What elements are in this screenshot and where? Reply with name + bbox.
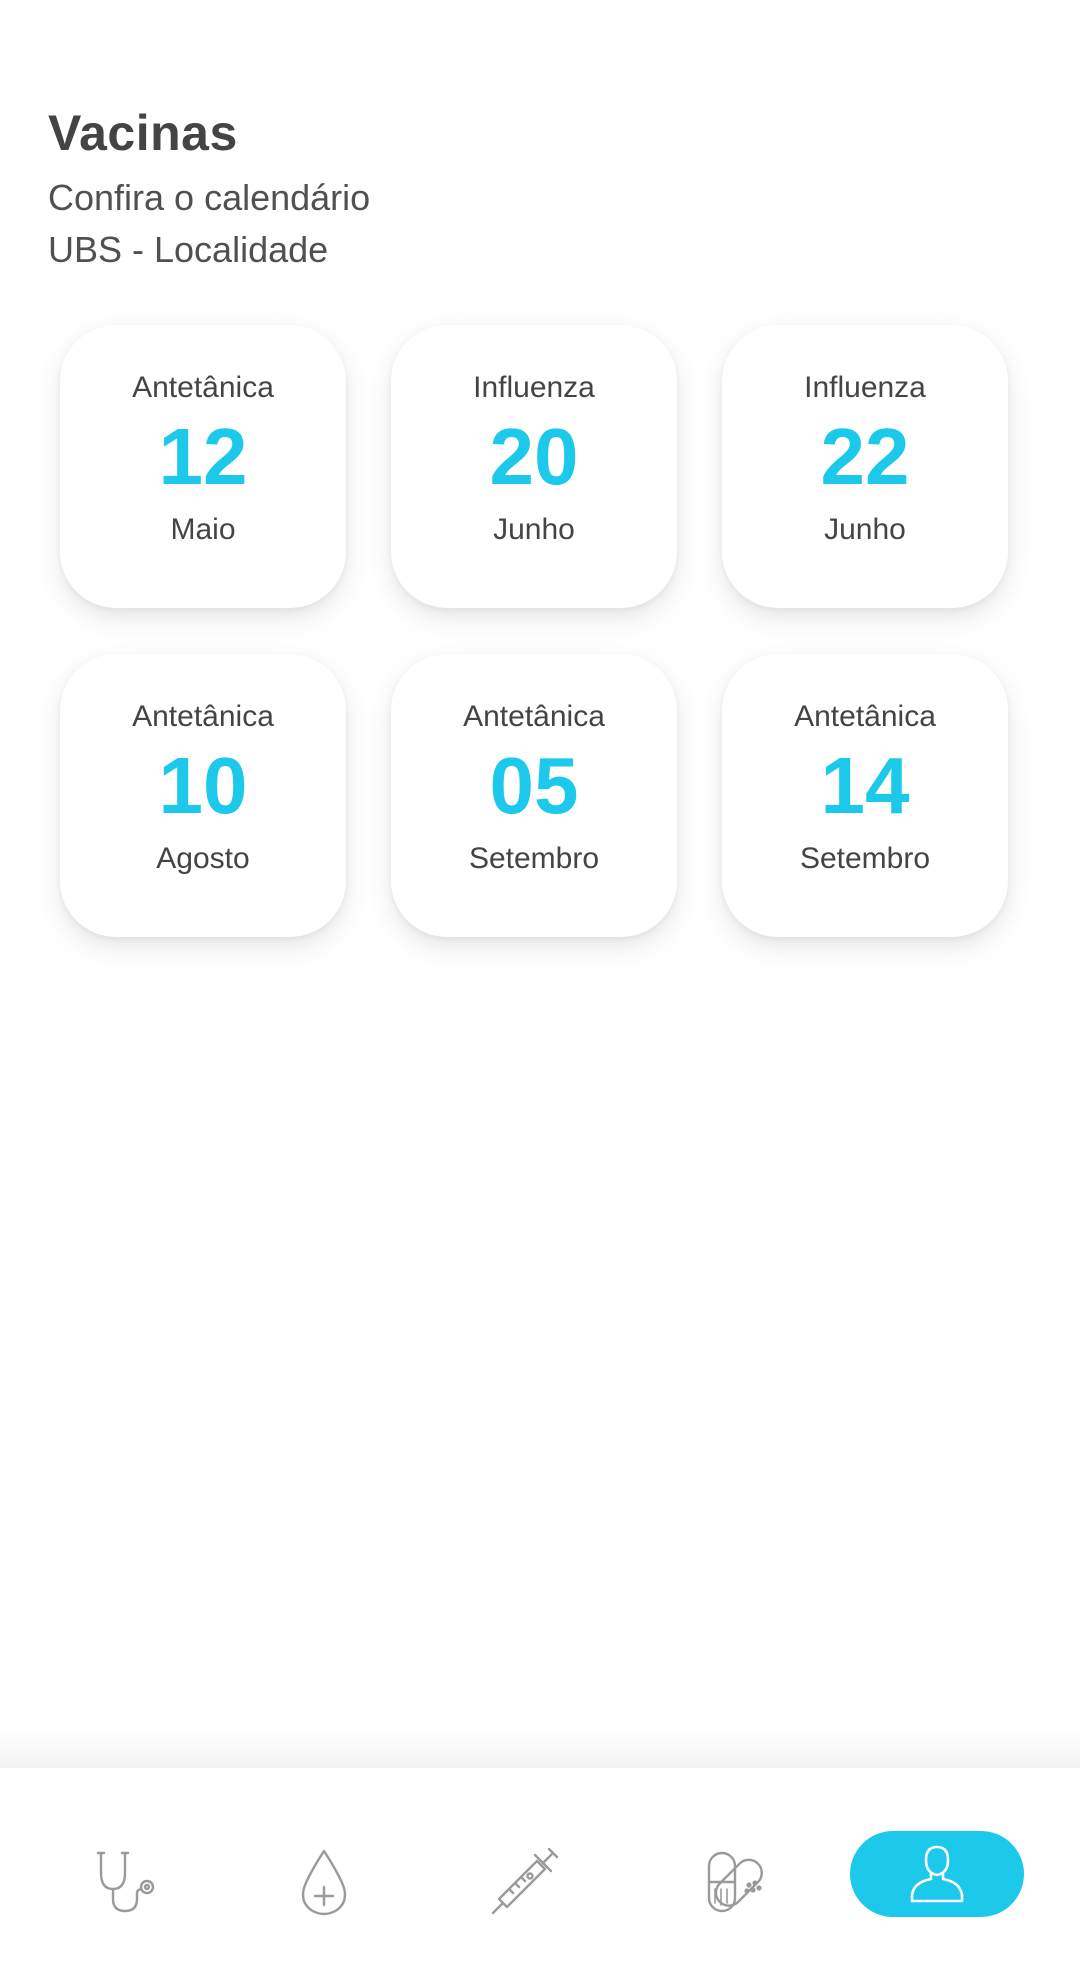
vaccine-name: Influenza xyxy=(804,371,926,404)
vaccine-month: Setembro xyxy=(468,842,600,875)
vaccine-day: 10 xyxy=(158,741,248,830)
stethoscope-icon xyxy=(96,1851,155,1913)
nav-item-medicamentos[interactable] xyxy=(690,1832,790,1932)
location-label: UBS - Localidade xyxy=(48,229,329,270)
vaccine-card[interactable]: Antetânica 10 Agosto xyxy=(60,654,346,937)
vaccine-name: Influenza xyxy=(473,371,595,404)
vaccine-month: Setembro xyxy=(799,842,931,875)
vaccine-card[interactable]: Antetânica 12 Maio xyxy=(60,325,346,608)
nav-shadow xyxy=(0,1730,1080,1770)
nav-item-consultas[interactable] xyxy=(76,1832,176,1932)
vaccine-name: Antetânica xyxy=(463,700,605,733)
syringe-icon xyxy=(491,1847,559,1915)
vaccine-month: Maio xyxy=(170,513,236,546)
page-title: Vacinas xyxy=(48,105,238,161)
vaccine-calendar-grid: Antetânica 12 Maio Influenza 20 Junho In… xyxy=(60,325,1008,937)
vaccine-name: Antetânica xyxy=(132,371,274,404)
user-icon xyxy=(910,1845,964,1903)
vaccine-card[interactable]: Antetânica 05 Setembro xyxy=(391,654,677,937)
header: Vacinas Confira o calendário UBS - Local… xyxy=(48,104,370,276)
blood-drop-icon xyxy=(301,1849,347,1916)
nav-item-vacinas[interactable] xyxy=(474,1832,574,1932)
vaccine-name: Antetânica xyxy=(132,700,274,733)
vaccine-day: 20 xyxy=(489,412,579,501)
vaccine-day: 14 xyxy=(820,741,910,830)
nav-item-perfil[interactable] xyxy=(850,1831,1024,1917)
vaccine-day: 22 xyxy=(820,412,910,501)
pill-bandage-icon xyxy=(707,1851,763,1913)
vaccine-month: Junho xyxy=(493,513,575,546)
vaccine-month: Agosto xyxy=(156,842,250,875)
vaccine-card[interactable]: Influenza 22 Junho xyxy=(722,325,1008,608)
vaccine-day: 05 xyxy=(489,741,579,830)
vaccine-card[interactable]: Influenza 20 Junho xyxy=(391,325,677,608)
vaccines-screen: Vacinas Confira o calendário UBS - Local… xyxy=(0,0,1080,1979)
vaccine-card[interactable]: Antetânica 14 Setembro xyxy=(722,654,1008,937)
page-subtitle: Confira o calendário xyxy=(48,177,371,218)
nav-item-sangue[interactable] xyxy=(274,1832,374,1932)
vaccine-month: Junho xyxy=(824,513,906,546)
vaccine-day: 12 xyxy=(158,412,248,501)
bottom-nav xyxy=(0,1768,1080,1979)
vaccine-name: Antetânica xyxy=(794,700,936,733)
